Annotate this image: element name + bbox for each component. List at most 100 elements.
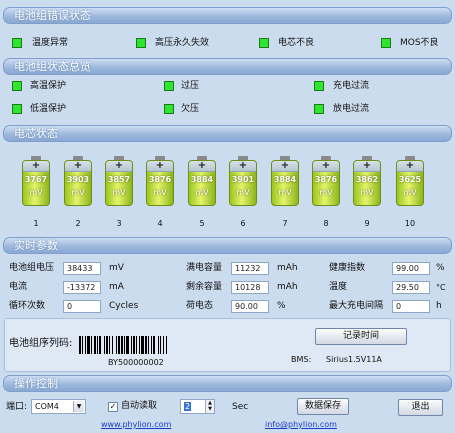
health-label: 健康指数 — [329, 263, 366, 273]
battery-top: + — [147, 161, 173, 172]
pack-voltage-field: 38433 — [63, 262, 101, 275]
battery-cell-icon: +3625 mV — [396, 156, 424, 206]
battery-cell-icon: +3884 mV — [188, 156, 216, 206]
auto-read-label: 自动读取 — [121, 401, 158, 411]
cell-index: 10 — [404, 219, 416, 228]
cell-voltage-unit: mV — [278, 188, 292, 197]
barcode-image — [79, 336, 167, 354]
cycles-unit: Cycles — [109, 301, 139, 311]
battery-body: +3901 mV — [229, 160, 257, 206]
record-time-button[interactable]: 记录时间 — [315, 328, 407, 345]
barcode-bar — [112, 336, 113, 354]
cell-index: 6 — [240, 219, 246, 228]
cell-voltage-unit: mV — [195, 188, 209, 197]
barcode-bar — [121, 336, 123, 354]
plus-icon: + — [362, 160, 372, 171]
barcode-bar — [82, 336, 83, 354]
serial-label: 电池组序列码: — [9, 338, 73, 349]
email-link[interactable]: info@phylion.com — [265, 420, 337, 429]
error-led-temperature — [12, 38, 22, 48]
battery-top: + — [230, 161, 256, 172]
status-label-high-temp: 高温保护 — [30, 81, 67, 91]
port-select[interactable]: COM4 ▼ — [31, 399, 86, 414]
cell-index: 2 — [75, 219, 81, 228]
status-led-low-temp — [12, 104, 22, 114]
cell-voltage: 3857 — [107, 175, 131, 184]
battery-cell-icon: +3876 mV — [146, 156, 174, 206]
bms-label: BMS: — [291, 355, 312, 364]
battery-cell-icon: +3876 mV — [312, 156, 340, 206]
plus-icon: + — [114, 160, 124, 171]
barcode-bar — [116, 336, 117, 354]
current-label: 电流 — [9, 282, 28, 292]
interval-unit: Sec — [232, 402, 249, 412]
barcode-bar — [141, 336, 144, 354]
plus-icon: + — [238, 160, 248, 171]
barcode-bar — [94, 336, 96, 354]
cell-voltage-unit: mV — [71, 188, 85, 197]
cell-voltage: 3625 — [398, 175, 422, 184]
battery-body: +3862 mV — [353, 160, 381, 206]
barcode-bar — [124, 336, 125, 354]
status-label-low-temp: 低温保护 — [30, 104, 67, 114]
battery-body: +3876 mV — [146, 160, 174, 206]
serial-code: BY500000002 — [108, 358, 164, 367]
exit-button[interactable]: 退出 — [398, 399, 443, 416]
barcode-bar — [79, 336, 81, 354]
status-label-discharge-overcurrent: 放电过流 — [333, 104, 370, 114]
battery-top: + — [65, 161, 91, 172]
cell-voltage-unit: mV — [153, 188, 167, 197]
max-charge-interval-unit: h — [436, 301, 442, 311]
barcode-bar — [166, 336, 167, 354]
soc-label: 荷电态 — [186, 301, 214, 311]
cell-voltage: 3767 — [24, 175, 48, 184]
barcode-bar — [85, 336, 86, 354]
battery-body: +3876 mV — [312, 160, 340, 206]
section-realtime-header: 实时参数 — [3, 237, 452, 254]
barcode-bar — [163, 336, 164, 354]
error-label-cell: 电芯不良 — [278, 38, 315, 48]
spinner-arrows-icon[interactable]: ▲ ▼ — [205, 400, 214, 413]
section-battery-error-header: 电池组错误状态 — [3, 7, 452, 24]
cell-index: 3 — [116, 219, 122, 228]
battery-top: + — [397, 161, 423, 172]
section-operation-header: 操作控制 — [3, 375, 452, 392]
website-link[interactable]: www.phylion.com — [101, 420, 171, 429]
cell-voltage-unit: mV — [112, 188, 126, 197]
interval-spinner[interactable]: 2 ▲ ▼ — [180, 399, 215, 414]
barcode-bar — [158, 336, 159, 354]
cell-voltage: 3862 — [355, 175, 379, 184]
cell-index: 5 — [199, 219, 205, 228]
plus-icon: + — [155, 160, 165, 171]
chevron-down-icon: ▼ — [73, 401, 84, 412]
battery-body: +3884 mV — [271, 160, 299, 206]
remain-capacity-label: 剩余容量 — [186, 282, 223, 292]
remain-capacity-field: 10128 — [231, 281, 269, 294]
soc-field: 90.00 — [231, 300, 269, 313]
battery-cell-icon: +3884 mV — [271, 156, 299, 206]
status-label-undervoltage: 欠压 — [181, 104, 200, 114]
status-led-overvoltage — [164, 81, 174, 91]
plus-icon: + — [321, 160, 331, 171]
cell-voltage-unit: mV — [236, 188, 250, 197]
barcode-bar — [126, 336, 129, 354]
cell-voltage-unit: mV — [360, 188, 374, 197]
battery-top: + — [272, 161, 298, 172]
save-data-button[interactable]: 数据保存 — [297, 398, 349, 415]
temperature-label: 温度 — [329, 282, 348, 292]
barcode-bar — [133, 336, 135, 354]
max-charge-interval-label: 最大充电间隔 — [329, 301, 384, 311]
cell-index: 7 — [282, 219, 288, 228]
barcode-bar — [145, 336, 147, 354]
status-led-undervoltage — [164, 104, 174, 114]
max-charge-interval-field: 0 — [392, 300, 430, 313]
auto-read-checkbox[interactable]: ✓ — [108, 402, 118, 412]
battery-top: + — [23, 161, 49, 172]
status-label-overvoltage: 过压 — [181, 81, 200, 91]
cell-voltage: 3876 — [314, 175, 338, 184]
barcode-bar — [91, 336, 92, 354]
full-capacity-field: 11232 — [231, 262, 269, 275]
cell-voltage: 3876 — [148, 175, 172, 184]
barcode-bar — [148, 336, 149, 354]
barcode-bar — [136, 336, 137, 354]
